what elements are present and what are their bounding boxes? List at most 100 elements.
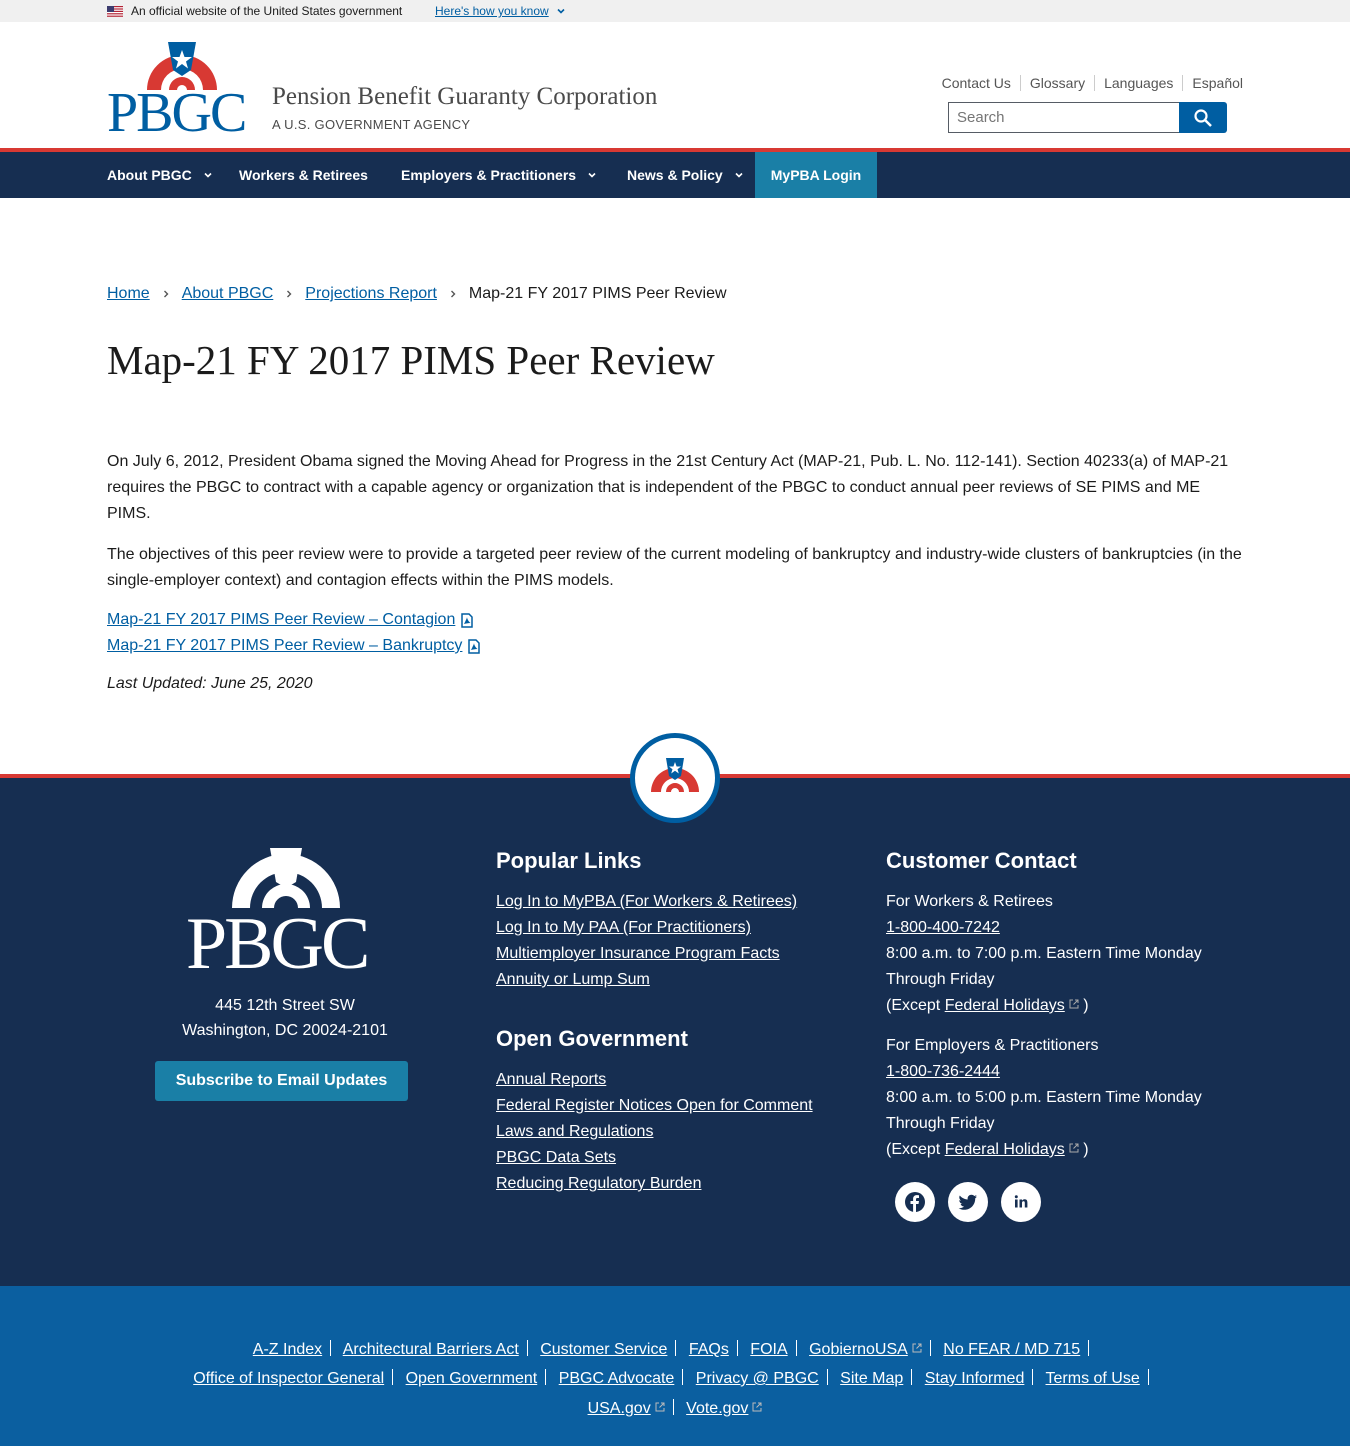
search-button[interactable] — [1179, 102, 1227, 133]
faqs-link[interactable]: FAQs — [689, 1341, 729, 1358]
breadcrumb: Home About PBGC Projections Report Map-2… — [107, 285, 727, 303]
popular-link[interactable]: Log In to MyPBA (For Workers & Retirees) — [496, 889, 797, 915]
agency-subtitle: A U.S. GOVERNMENT AGENCY — [272, 117, 471, 132]
gobiernousa-link[interactable]: GobiernoUSA — [809, 1341, 908, 1358]
open-gov-link[interactable]: Laws and Regulations — [496, 1119, 813, 1145]
employers-hours: 8:00 a.m. to 5:00 p.m. Eastern Time Mond… — [886, 1089, 1202, 1132]
employers-contact: For Employers & Practitioners 1-800-736-… — [886, 1033, 1226, 1163]
external-link-icon — [1069, 1143, 1079, 1153]
privacy-link[interactable]: Privacy @ PBGC — [696, 1370, 819, 1387]
languages-link[interactable]: Languages — [1094, 75, 1182, 91]
espanol-link[interactable]: Español — [1182, 75, 1243, 91]
foia-link[interactable]: FOIA — [750, 1341, 787, 1358]
federal-holidays-link[interactable]: Federal Holidays — [945, 997, 1065, 1014]
chevron-down-icon — [204, 172, 212, 178]
mypba-login-button[interactable]: MyPBA Login — [755, 152, 877, 198]
footer-main: PBGC 445 12th Street SW Washington, DC 2… — [0, 778, 1350, 1286]
inspector-general-link[interactable]: Office of Inspector General — [193, 1370, 384, 1387]
vote-gov-link[interactable]: Vote.gov — [686, 1400, 748, 1417]
breadcrumb-home[interactable]: Home — [107, 285, 150, 303]
external-link-icon — [1069, 999, 1079, 1009]
employers-holiday-note: (Except Federal Holidays ) — [886, 1137, 1226, 1163]
pbgc-footer-logo: PBGC — [186, 848, 370, 970]
main-nav: About PBGC Workers & Retirees Employers … — [0, 152, 1350, 198]
open-gov-link[interactable]: Federal Register Notices Open for Commen… — [496, 1093, 813, 1119]
stay-informed-link[interactable]: Stay Informed — [925, 1370, 1025, 1387]
objectives-paragraph: The objectives of this peer review were … — [107, 546, 1242, 589]
employers-phone-link[interactable]: 1-800-736-2444 — [886, 1063, 1000, 1080]
link-label: Map-21 FY 2017 PIMS Peer Review – Contag… — [107, 611, 456, 628]
page-title: Map-21 FY 2017 PIMS Peer Review — [107, 337, 715, 383]
agency-name: Pension Benefit Guaranty Corporation — [272, 83, 658, 110]
nav-news-policy[interactable]: News & Policy — [627, 152, 743, 198]
linkedin-icon — [1014, 1195, 1028, 1208]
popular-link[interactable]: Multiemployer Insurance Program Facts — [496, 941, 797, 967]
pbgc-advocate-link[interactable]: PBGC Advocate — [559, 1370, 675, 1387]
footer-links-row-3: USA.gov Vote.gov — [0, 1399, 1350, 1418]
except-suffix: ) — [1078, 997, 1089, 1014]
except-suffix: ) — [1078, 1141, 1089, 1158]
svg-text:PBGC: PBGC — [186, 903, 367, 970]
workers-holiday-note: (Except Federal Holidays ) — [886, 993, 1226, 1019]
linkedin-link[interactable] — [1001, 1182, 1041, 1222]
external-link-icon — [912, 1343, 922, 1353]
workers-phone-link[interactable]: 1-800-400-7242 — [886, 919, 1000, 936]
us-flag-icon — [107, 6, 123, 17]
search-input[interactable] — [948, 102, 1180, 133]
breadcrumb-about-pbgc[interactable]: About PBGC — [182, 285, 274, 303]
intro-paragraph: On July 6, 2012, President Obama signed … — [107, 453, 1229, 522]
address-line-2: Washington, DC 20024-2101 — [182, 1022, 388, 1039]
az-index-link[interactable]: A-Z Index — [253, 1341, 322, 1358]
breadcrumb-current: Map-21 FY 2017 PIMS Peer Review — [468, 285, 727, 302]
contagion-report-link[interactable]: Map-21 FY 2017 PIMS Peer Review – Contag… — [107, 611, 474, 629]
workers-label: For Workers & Retirees — [886, 893, 1053, 910]
subscribe-email-button[interactable]: Subscribe to Email Updates — [155, 1061, 408, 1101]
site-header: PBGC Pension Benefit Guaranty Corporatio… — [0, 22, 1350, 148]
no-fear-link[interactable]: No FEAR / MD 715 — [943, 1341, 1080, 1358]
footer-links-row-1: A-Z Index Architectural Barriers Act Cus… — [0, 1340, 1350, 1359]
link-label: Map-21 FY 2017 PIMS Peer Review – Bankru… — [107, 637, 463, 654]
twitter-icon — [958, 1194, 977, 1210]
pdf-icon — [468, 638, 481, 654]
popular-link[interactable]: Log In to My PAA (For Practitioners) — [496, 915, 797, 941]
contact-us-link[interactable]: Contact Us — [942, 75, 1020, 91]
chevron-down-icon — [735, 172, 743, 178]
glossary-link[interactable]: Glossary — [1019, 75, 1094, 91]
workers-hours: 8:00 a.m. to 7:00 p.m. Eastern Time Mond… — [886, 945, 1202, 988]
facebook-icon — [905, 1192, 925, 1212]
architectural-barriers-link[interactable]: Architectural Barriers Act — [343, 1341, 519, 1358]
nav-about-pbgc[interactable]: About PBGC — [107, 152, 212, 198]
open-gov-link[interactable]: PBGC Data Sets — [496, 1145, 813, 1171]
footer-badge — [630, 733, 720, 823]
bankruptcy-report-link[interactable]: Map-21 FY 2017 PIMS Peer Review – Bankru… — [107, 637, 481, 655]
chevron-down-icon[interactable] — [556, 6, 566, 16]
open-gov-link[interactable]: Reducing Regulatory Burden — [496, 1171, 813, 1197]
nav-label: Employers & Practitioners — [401, 167, 577, 183]
search-icon — [1194, 109, 1212, 127]
popular-links-heading: Popular Links — [496, 848, 642, 873]
external-link-icon — [752, 1402, 762, 1412]
open-gov-link[interactable]: Annual Reports — [496, 1067, 813, 1093]
chevron-down-icon — [588, 172, 596, 178]
usa-gov-link[interactable]: USA.gov — [588, 1400, 651, 1417]
nav-workers-retirees[interactable]: Workers & Retirees — [239, 152, 368, 198]
gov-banner: An official website of the United States… — [0, 0, 1350, 22]
utility-links: Contact Us Glossary Languages Español — [942, 75, 1243, 91]
customer-service-link[interactable]: Customer Service — [540, 1341, 667, 1358]
popular-link[interactable]: Annuity or Lump Sum — [496, 967, 797, 993]
site-map-link[interactable]: Site Map — [840, 1370, 903, 1387]
open-government-heading: Open Government — [496, 1026, 688, 1051]
open-government-link[interactable]: Open Government — [406, 1370, 538, 1387]
pdf-icon — [461, 612, 474, 628]
address-line-1: 445 12th Street SW — [215, 997, 355, 1014]
breadcrumb-projections-report[interactable]: Projections Report — [305, 285, 437, 303]
nav-employers-practitioners[interactable]: Employers & Practitioners — [401, 152, 596, 198]
federal-holidays-link[interactable]: Federal Holidays — [945, 1141, 1065, 1158]
heres-how-you-know-link[interactable]: Here's how you know — [435, 4, 549, 18]
pbgc-logo[interactable]: PBGC — [107, 40, 257, 133]
facebook-link[interactable] — [895, 1182, 935, 1222]
twitter-link[interactable] — [948, 1182, 988, 1222]
nav-label: News & Policy — [627, 167, 723, 183]
terms-of-use-link[interactable]: Terms of Use — [1046, 1370, 1140, 1387]
employers-label: For Employers & Practitioners — [886, 1037, 1099, 1054]
